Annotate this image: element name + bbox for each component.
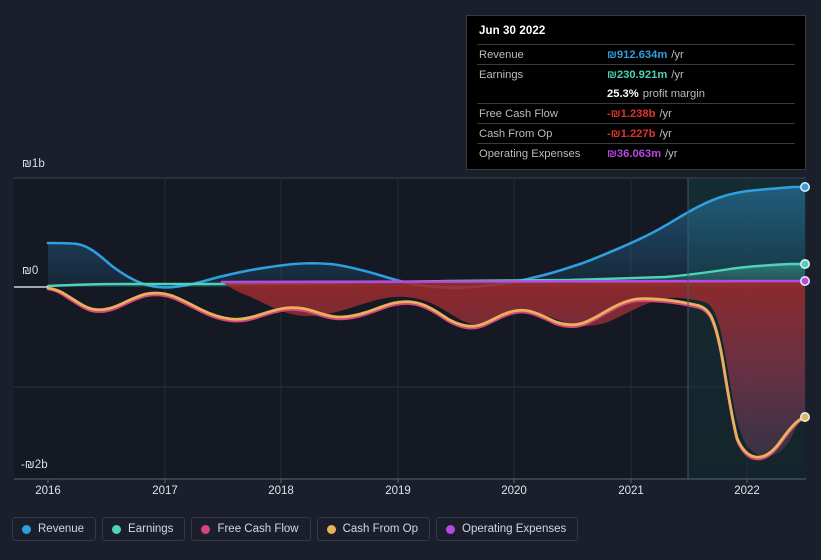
legend-label-cash-from-op: Cash From Op bbox=[342, 523, 419, 535]
tooltip-row-earnings: Earnings ₪230.921m /yr bbox=[477, 64, 795, 84]
cash-from-op-endpoint-marker[interactable] bbox=[799, 411, 810, 422]
legend-label-earnings: Earnings bbox=[128, 523, 174, 535]
tooltip-value-operating-expenses: ₪36.063m bbox=[607, 147, 662, 160]
legend-label-free-cash-flow: Free Cash Flow bbox=[217, 523, 299, 535]
legend-item-earnings[interactable]: Earnings bbox=[102, 517, 186, 541]
chart-tooltip: Jun 30 2022 Revenue ₪912.634m /yr Earnin… bbox=[466, 15, 806, 170]
tooltip-row-revenue: Revenue ₪912.634m /yr bbox=[477, 44, 795, 64]
legend-label-operating-expenses: Operating Expenses bbox=[462, 523, 567, 535]
revenue-endpoint-marker[interactable] bbox=[799, 182, 810, 193]
x-axis-label-2018: 2018 bbox=[268, 485, 294, 497]
legend-item-free-cash-flow[interactable]: Free Cash Flow bbox=[191, 517, 311, 541]
x-axis-label-2019: 2019 bbox=[385, 485, 411, 497]
x-axis-label-2016: 2016 bbox=[35, 485, 61, 497]
tooltip-unit-earnings: /yr bbox=[671, 68, 684, 81]
x-axis-label-2021: 2021 bbox=[618, 485, 644, 497]
tooltip-label-operating-expenses: Operating Expenses bbox=[479, 147, 581, 160]
tooltip-date: Jun 30 2022 bbox=[479, 25, 546, 37]
operating-expenses-line bbox=[220, 279, 807, 284]
x-axis-label-2022: 2022 bbox=[734, 485, 760, 497]
tooltip-label-revenue: Revenue bbox=[479, 48, 524, 61]
legend-item-cash-from-op[interactable]: Cash From Op bbox=[316, 517, 431, 541]
operating-expenses-endpoint-marker[interactable] bbox=[799, 275, 810, 286]
tooltip-value-revenue: ₪912.634m bbox=[607, 48, 668, 61]
tooltip-unit-profit-margin: profit margin bbox=[642, 87, 705, 100]
tooltip-unit-cash-from-op: /yr bbox=[659, 127, 672, 140]
x-axis-label-2017: 2017 bbox=[152, 485, 178, 497]
tooltip-row-operating-expenses: Operating Expenses ₪36.063m /yr bbox=[477, 143, 795, 163]
legend-dot-earnings-icon bbox=[112, 524, 122, 534]
tooltip-label-earnings: Earnings bbox=[479, 68, 524, 81]
legend-dot-revenue-icon bbox=[22, 524, 31, 534]
chart-legend: Revenue Earnings Free Cash Flow Cash Fro… bbox=[12, 517, 579, 541]
tooltip-row-profit-margin: 25.3% profit margin bbox=[477, 84, 795, 103]
tooltip-row-free-cash-flow: Free Cash Flow -₪1.238b /yr bbox=[477, 103, 795, 123]
legend-item-operating-expenses[interactable]: Operating Expenses bbox=[436, 517, 579, 541]
tooltip-unit-free-cash-flow: /yr bbox=[659, 107, 672, 120]
legend-dot-operating-expenses-icon bbox=[446, 524, 456, 534]
tooltip-unit-operating-expenses: /yr bbox=[665, 147, 678, 160]
x-axis-label-2020: 2020 bbox=[501, 485, 527, 497]
tooltip-row-cash-from-op: Cash From Op -₪1.227b /yr bbox=[477, 123, 795, 143]
tooltip-value-free-cash-flow: -₪1.238b bbox=[607, 107, 656, 120]
legend-dot-cash-from-op-icon bbox=[326, 524, 336, 534]
tooltip-label-cash-from-op: Cash From Op bbox=[479, 127, 553, 140]
financial-chart-page: ₪1b ₪0 -₪2b 2016 2017 2018 2019 2020 202… bbox=[0, 0, 821, 560]
tooltip-label-free-cash-flow: Free Cash Flow bbox=[479, 107, 558, 120]
tooltip-value-profit-margin: 25.3% bbox=[607, 87, 639, 100]
legend-dot-free-cash-flow-icon bbox=[201, 524, 211, 534]
tooltip-value-earnings: ₪230.921m bbox=[607, 68, 668, 81]
legend-label-revenue: Revenue bbox=[38, 523, 85, 535]
tooltip-value-cash-from-op: -₪1.227b bbox=[607, 127, 656, 140]
earnings-endpoint-marker[interactable] bbox=[799, 258, 810, 269]
x-axis-ticks bbox=[47, 479, 748, 483]
legend-item-revenue[interactable]: Revenue bbox=[12, 517, 97, 541]
tooltip-unit-revenue: /yr bbox=[671, 48, 684, 61]
